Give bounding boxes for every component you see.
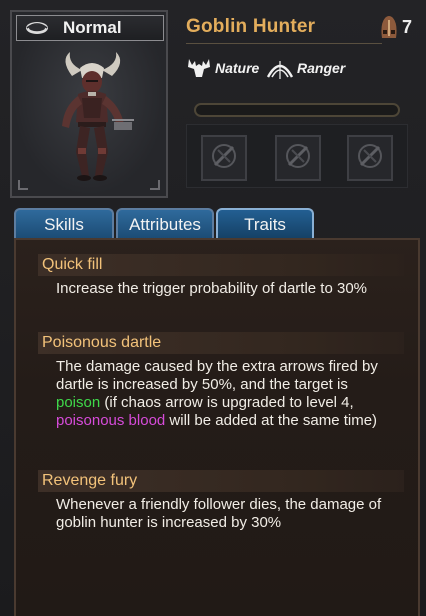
trait-description: Increase the trigger probability of dart… (56, 280, 368, 297)
trait-description: The damage caused by the extra arrows fi… (56, 358, 378, 429)
unit-cost: 7 (402, 17, 413, 37)
skill-slot-panel (186, 124, 408, 188)
skill-slot-3[interactable] (347, 135, 393, 181)
trait-description: Whenever a friendly follower dies, the d… (56, 496, 382, 531)
unit-info-panel: Normal Goblin Hunter 7 Nature Ranger Ski… (0, 0, 426, 616)
trait-quick-fill: Quick fill Increase the trigger probabil… (38, 254, 404, 298)
goblin-hunter-figure (62, 52, 134, 181)
rank-label: Normal (63, 18, 122, 37)
rank-badge: Normal (16, 15, 164, 41)
unit-portrait: Normal (10, 10, 168, 198)
helmet-icon (379, 14, 399, 40)
skill-slot-1[interactable] (201, 135, 247, 181)
trait-title: Revenge fury (42, 472, 138, 489)
class-tag-label: Ranger (297, 60, 346, 76)
keyword-poison[interactable]: poison (56, 394, 100, 411)
moose-icon (186, 55, 212, 81)
eye-icon (17, 17, 57, 39)
faction-tag-nature[interactable]: Nature (186, 54, 259, 82)
trait-poisonous-dartle: Poisonous dartle The damage caused by th… (38, 332, 404, 430)
trait-title: Quick fill (42, 256, 103, 273)
traits-content: Quick fill Increase the trigger probabil… (14, 238, 420, 616)
bow-icon (266, 55, 294, 81)
keyword-poisonous-blood[interactable]: poisonous blood (56, 412, 165, 429)
tab-traits[interactable]: Traits (216, 208, 314, 240)
locked-crossbow-icon (283, 141, 313, 175)
skill-slot-2[interactable] (275, 135, 321, 181)
trait-title: Poisonous dartle (42, 334, 162, 351)
faction-tag-label: Nature (215, 60, 260, 76)
class-tag-ranger[interactable]: Ranger (266, 54, 345, 82)
trait-revenge-fury: Revenge fury Whenever a friendly followe… (38, 470, 404, 532)
locked-crossbow-icon (209, 141, 239, 175)
tab-skills[interactable]: Skills (14, 208, 114, 240)
locked-crossbow-icon (355, 141, 385, 175)
tab-attributes[interactable]: Attributes (116, 208, 214, 240)
unit-name: Goblin Hunter (186, 16, 316, 37)
experience-bar (194, 103, 400, 117)
